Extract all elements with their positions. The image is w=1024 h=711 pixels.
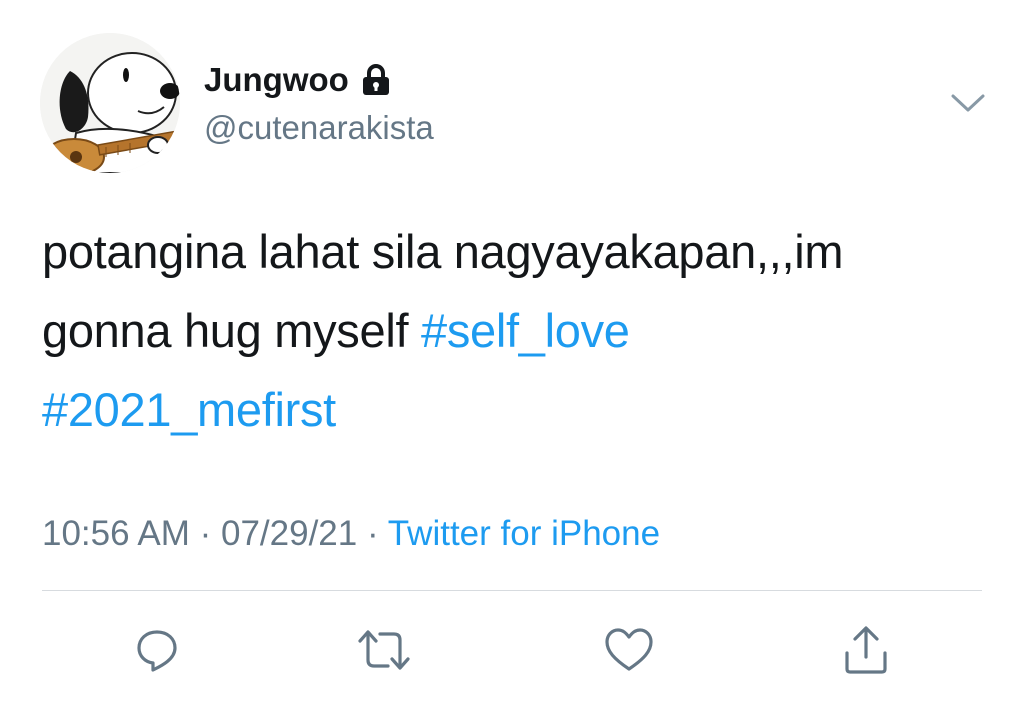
snoopy-avatar-icon (40, 33, 180, 173)
retweet-button[interactable] (356, 622, 412, 678)
tweet-text-line: potangina lahat sila nagyayakapan,,,im (42, 212, 992, 291)
action-bar (0, 622, 1024, 678)
tweet-source-link[interactable]: Twitter for iPhone (388, 514, 660, 553)
display-name[interactable]: Jungwoo (204, 60, 349, 100)
heart-icon (605, 628, 653, 671)
avatar[interactable] (40, 33, 180, 173)
share-button[interactable] (838, 622, 894, 678)
tweet-time[interactable]: 10:56 AM (42, 514, 190, 553)
reply-button[interactable] (129, 622, 185, 678)
reply-icon (137, 630, 177, 672)
tweet-text-segment: potangina lahat sila nagyayakapan,,,im (42, 225, 844, 278)
tweet-metadata: 10:56 AM · 07/29/21 · Twitter for iPhone (42, 510, 660, 558)
hashtag-link[interactable]: #self_love (421, 304, 630, 357)
tweet-text-segment: gonna hug myself (42, 304, 421, 357)
tweet-text: potangina lahat sila nagyayakapan,,,im g… (42, 212, 992, 449)
user-name-row[interactable]: Jungwoo (204, 60, 391, 100)
tweet-date[interactable]: 07/29/21 (221, 514, 357, 553)
divider (42, 590, 982, 591)
hashtag-link[interactable]: #2021_mefirst (42, 383, 336, 436)
tweet-text-line: gonna hug myself #self_love (42, 291, 992, 370)
share-icon (845, 626, 887, 674)
retweet-icon (358, 630, 410, 670)
tweet-card: Jungwoo @cutenarakista potangina lahat s… (0, 0, 1024, 711)
meta-separator: · (189, 514, 221, 553)
tweet-text-line: #2021_mefirst (42, 370, 992, 449)
lock-icon (361, 63, 391, 97)
more-options-chevron-down-icon[interactable] (946, 86, 990, 120)
user-handle[interactable]: @cutenarakista (204, 108, 434, 148)
meta-separator: · (357, 514, 388, 553)
like-button[interactable] (601, 622, 657, 678)
